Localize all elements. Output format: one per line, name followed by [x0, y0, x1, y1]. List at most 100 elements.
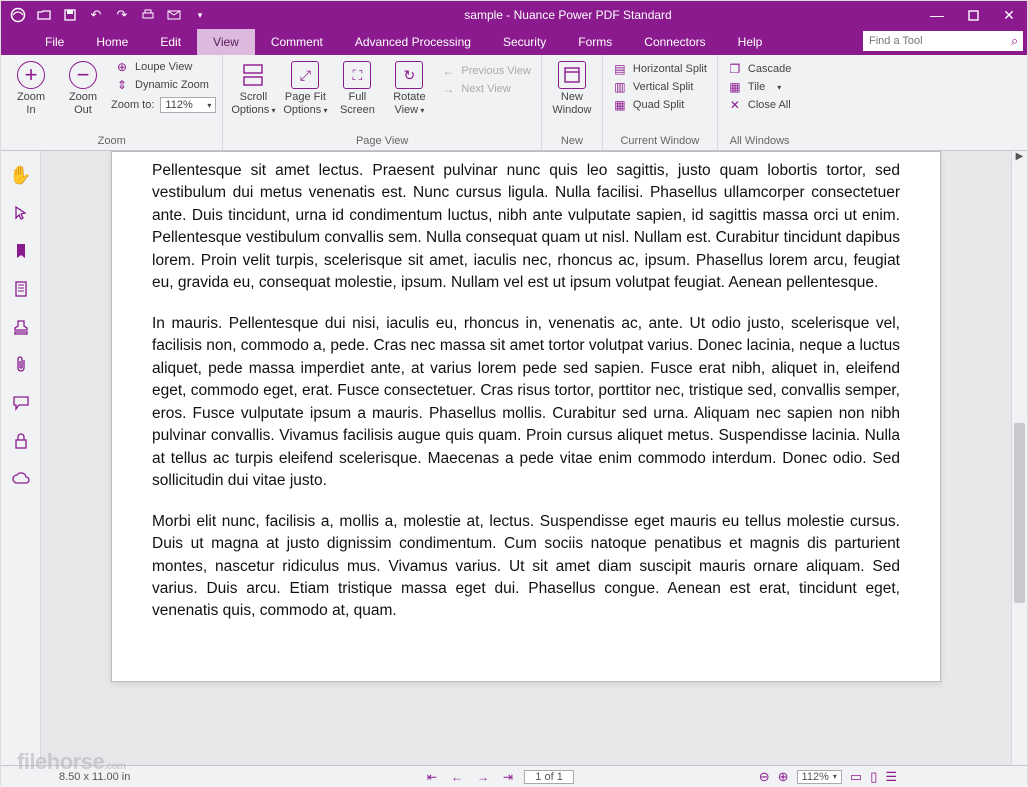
print-icon[interactable] [137, 4, 159, 26]
previous-view-button: ←Previous View [437, 63, 535, 79]
scroll-options-icon [239, 61, 267, 89]
tab-advanced[interactable]: Advanced Processing [339, 29, 487, 55]
select-tool-button[interactable] [7, 199, 35, 227]
continuous-status-button[interactable]: ☰ [885, 769, 897, 785]
security-panel-button[interactable] [7, 427, 35, 455]
loupe-icon: ⊕ [115, 60, 129, 74]
vertical-scrollbar[interactable] [1011, 163, 1027, 765]
horizontal-split-button[interactable]: ▤Horizontal Split [609, 61, 711, 77]
tab-edit[interactable]: Edit [144, 29, 197, 55]
zoom-status-value[interactable]: 112%▾ [797, 770, 842, 784]
cascade-icon: ❐ [728, 62, 742, 76]
status-zoom-controls: ⊖ ⊕ 112%▾ ▭ ▯ ☰ [759, 769, 897, 785]
rotate-view-button[interactable]: ↻ RotateView ▾ [385, 57, 433, 116]
window-title: sample - Nuance Power PDF Standard [211, 8, 925, 22]
hsplit-icon: ▤ [613, 62, 627, 76]
panel-toggle-arrow[interactable]: ▶ [1011, 151, 1027, 163]
group-all-windows: ❐Cascade ▦Tile▾ ✕Close All All Windows [718, 55, 801, 150]
attachments-panel-button[interactable] [7, 351, 35, 379]
new-window-button[interactable]: NewWindow [548, 57, 596, 116]
single-page-status-button[interactable]: ▯ [870, 769, 877, 785]
tab-security[interactable]: Security [487, 29, 562, 55]
quad-split-button[interactable]: ▦Quad Split [609, 97, 711, 113]
mail-icon[interactable] [163, 4, 185, 26]
group-new-label: New [548, 133, 596, 150]
window-controls: — ✕ [925, 5, 1021, 25]
document-scroll[interactable]: Pellentesque sit amet lectus. Praesent p… [41, 151, 1011, 765]
vertical-split-button[interactable]: ▥Vertical Split [609, 79, 711, 95]
group-zoom-label: Zoom [7, 133, 216, 150]
close-button[interactable]: ✕ [997, 5, 1021, 25]
prev-page-button[interactable]: ← [448, 770, 466, 784]
maximize-button[interactable] [961, 5, 985, 25]
close-all-button[interactable]: ✕Close All [724, 97, 795, 113]
cascade-button[interactable]: ❐Cascade [724, 61, 795, 77]
zoom-out-icon: − [69, 61, 97, 89]
tab-view[interactable]: View [197, 29, 255, 55]
zoom-to-value[interactable]: 112%▾ [160, 97, 216, 113]
minimize-button[interactable]: — [925, 5, 949, 25]
zoom-in-icon: + [17, 61, 45, 89]
first-page-button[interactable]: ⇤ [424, 770, 440, 784]
save-icon[interactable] [59, 4, 81, 26]
redo-icon[interactable]: ↷ [111, 4, 133, 26]
menu-bar: File Home Edit View Comment Advanced Pro… [1, 29, 1027, 55]
tab-help[interactable]: Help [722, 29, 779, 55]
group-zoom: + ZoomIn − ZoomOut ⊕Loupe View ⇕Dynamic … [1, 55, 223, 150]
group-current-window: ▤Horizontal Split ▥Vertical Split ▦Quad … [603, 55, 718, 150]
fit-page-status-button[interactable]: ▭ [850, 769, 862, 785]
tab-comment[interactable]: Comment [255, 29, 339, 55]
document-paragraph: Pellentesque sit amet lectus. Praesent p… [152, 160, 900, 295]
group-all-windows-label: All Windows [724, 133, 795, 150]
full-screen-button[interactable]: ⛶ FullScreen [333, 57, 381, 116]
find-tool-input[interactable] [869, 35, 1011, 47]
group-page-view-label: Page View [229, 133, 535, 150]
document-page: Pellentesque sit amet lectus. Praesent p… [111, 151, 941, 682]
hand-tool-button[interactable]: ✋ [7, 161, 35, 189]
close-all-icon: ✕ [728, 98, 742, 112]
qsplit-icon: ▦ [613, 98, 627, 112]
app-icon[interactable] [7, 4, 29, 26]
tab-connectors[interactable]: Connectors [628, 29, 721, 55]
page-indicator[interactable]: 1 of 1 [524, 770, 574, 784]
zoom-out-button[interactable]: − ZoomOut [59, 57, 107, 116]
page-fit-icon: ⤢ [291, 61, 319, 89]
loupe-view-button[interactable]: ⊕Loupe View [111, 59, 216, 75]
title-bar: ↶ ↷ ▾ sample - Nuance Power PDF Standard… [1, 1, 1027, 29]
comments-panel-button[interactable] [7, 389, 35, 417]
stamps-panel-button[interactable] [7, 313, 35, 341]
ribbon: + ZoomIn − ZoomOut ⊕Loupe View ⇕Dynamic … [1, 55, 1027, 151]
tile-button[interactable]: ▦Tile▾ [724, 79, 795, 95]
zoom-in-status-button[interactable]: ⊕ [778, 769, 789, 785]
full-screen-icon: ⛶ [343, 61, 371, 89]
undo-icon[interactable]: ↶ [85, 4, 107, 26]
open-icon[interactable] [33, 4, 55, 26]
group-new: NewWindow New [542, 55, 603, 150]
zoom-out-status-button[interactable]: ⊖ [759, 769, 770, 785]
dynamic-zoom-button[interactable]: ⇕Dynamic Zoom [111, 77, 216, 93]
bookmarks-panel-button[interactable] [7, 237, 35, 265]
tile-icon: ▦ [728, 80, 742, 94]
find-tool-search[interactable]: ⌕ [863, 31, 1023, 51]
page-fit-button[interactable]: ⤢ Page FitOptions ▾ [281, 57, 329, 116]
tab-file[interactable]: File [29, 29, 80, 55]
zoom-in-button[interactable]: + ZoomIn [7, 57, 55, 116]
next-page-button[interactable]: → [474, 770, 492, 784]
search-icon[interactable]: ⌕ [1011, 33, 1018, 49]
group-current-window-label: Current Window [609, 133, 711, 150]
quick-access-toolbar: ↶ ↷ ▾ [7, 4, 211, 26]
prev-view-icon: ← [441, 64, 455, 78]
content-area: ✋ ▶ Pellentesque sit amet lectus. Praese… [1, 151, 1027, 765]
qat-more-icon[interactable]: ▾ [189, 4, 211, 26]
last-page-button[interactable]: ⇥ [500, 770, 516, 784]
pages-panel-button[interactable] [7, 275, 35, 303]
page-dimensions: 8.50 x 11.00 in [59, 771, 130, 783]
tab-forms[interactable]: Forms [562, 29, 628, 55]
scrollbar-thumb[interactable] [1014, 423, 1025, 603]
cloud-panel-button[interactable] [7, 465, 35, 493]
next-view-icon: → [441, 82, 455, 96]
side-toolbar: ✋ [1, 151, 41, 765]
scroll-options-button[interactable]: ScrollOptions ▾ [229, 57, 277, 116]
tab-home[interactable]: Home [80, 29, 144, 55]
zoom-to-label: Zoom to: [111, 99, 154, 111]
